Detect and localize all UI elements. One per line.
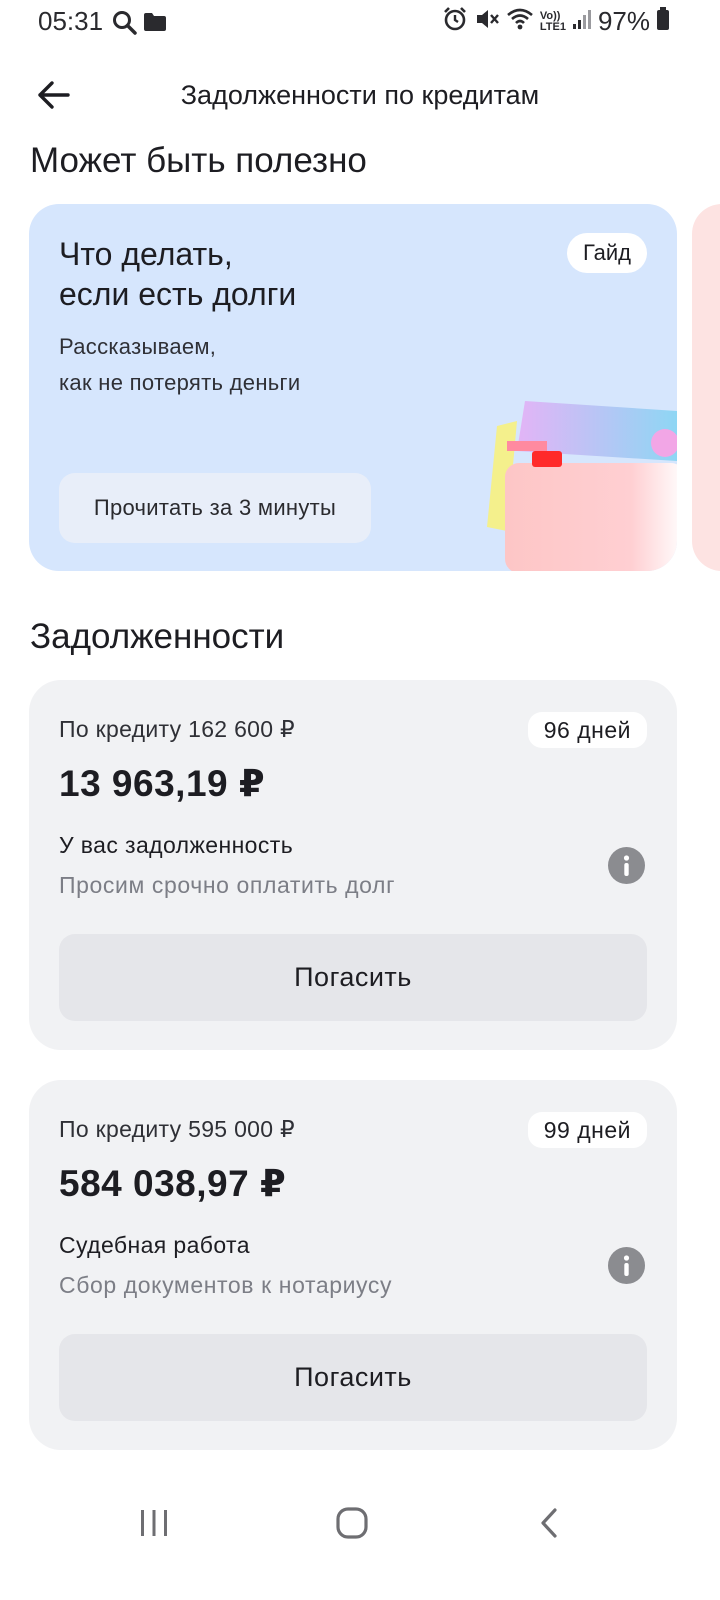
home-icon: [335, 1506, 369, 1545]
folder-icon: [143, 12, 167, 37]
volte-bottom-label: LTE1: [539, 20, 566, 33]
battery-percent: 97%: [597, 6, 650, 36]
credit-label: По кредиту 595 000 ₽: [59, 1116, 295, 1142]
signal-icon: [572, 8, 592, 35]
back-icon: [538, 1507, 560, 1544]
search-icon: [112, 10, 138, 41]
home-button[interactable]: [322, 1500, 382, 1550]
debts-section-title: Задолженности: [30, 617, 285, 656]
status-time: 05:31: [38, 6, 104, 36]
page-title: Задолженности по кредитам: [180, 80, 540, 110]
guide-card-title: Что делать, если есть долги: [59, 236, 297, 312]
mute-icon: [474, 6, 500, 37]
system-nav-bar: [0, 1490, 720, 1560]
debt-subtitle: Просим срочно оплатить долг: [59, 872, 396, 898]
wallet-illustration: [477, 381, 677, 571]
app-header: Задолженности по кредитам: [0, 62, 720, 134]
guide-badge: Гайд: [566, 233, 647, 273]
recent-apps-icon: [138, 1508, 170, 1543]
pay-button[interactable]: Погасить: [59, 934, 647, 1021]
info-icon[interactable]: [608, 847, 645, 884]
read-button[interactable]: Прочитать за 3 минуты: [59, 473, 371, 543]
useful-section-title: Может быть полезно: [30, 141, 367, 180]
info-icon[interactable]: [608, 1247, 645, 1284]
debt-card: По кредиту 162 600 ₽ 96 дней 13 963,19 ₽…: [29, 680, 677, 1050]
volte-top-label: Vo)): [539, 9, 561, 22]
nav-back-button[interactable]: [519, 1500, 579, 1550]
debt-subtitle: Сбор документов к нотариусу: [59, 1272, 393, 1298]
battery-icon: [656, 7, 670, 36]
pay-button[interactable]: Погасить: [59, 1334, 647, 1421]
days-badge: 96 дней: [527, 712, 647, 748]
next-guide-card-peek[interactable]: [692, 204, 720, 571]
debt-card: По кредиту 595 000 ₽ 99 дней 584 038,97 …: [29, 1080, 677, 1450]
guide-card-text: Рассказываем, как не потерять деньги: [59, 334, 301, 395]
wifi-icon: [506, 7, 534, 36]
status-icons: Vo)) LTE1 97%: [442, 6, 670, 37]
debt-amount: 13 963,19 ₽: [59, 763, 266, 804]
credit-label: По кредиту 162 600 ₽: [59, 716, 295, 742]
debt-status: У вас задолженность: [59, 832, 294, 858]
recent-apps-button[interactable]: [124, 1500, 184, 1550]
alarm-icon: [442, 6, 468, 37]
volte-icon: Vo)) LTE1: [539, 9, 566, 33]
status-bar: 05:31 Vo)) LTE1 97%: [0, 0, 720, 48]
debt-amount: 584 038,97 ₽: [59, 1163, 287, 1204]
debt-status: Судебная работа: [59, 1232, 250, 1258]
days-badge: 99 дней: [527, 1112, 647, 1148]
guide-card[interactable]: Что делать, если есть долги Рассказываем…: [29, 204, 677, 571]
